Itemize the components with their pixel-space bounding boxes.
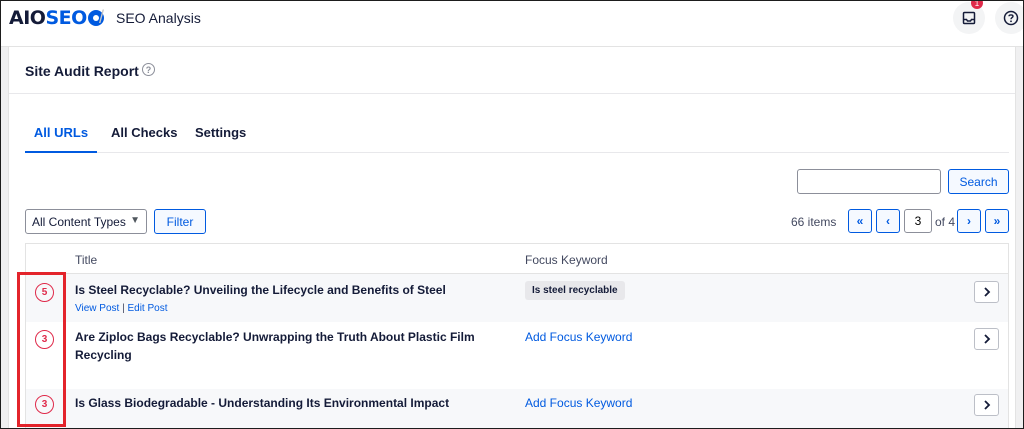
add-focus-keyword-link[interactable]: Add Focus Keyword [525,330,632,344]
table-row: 3 Is Glass Biodegradable - Understanding… [26,389,1008,429]
content-type-value: All Content Types [32,214,126,229]
last-page-button[interactable]: » [985,209,1009,233]
seo-score-badge: 5 [35,283,54,302]
help-button[interactable] [995,2,1024,34]
search-input[interactable] [797,169,941,194]
post-title: Is Glass Biodegradable - Understanding I… [75,396,450,410]
tab-settings[interactable]: Settings [195,125,246,153]
row-action-separator: | [122,303,125,314]
top-bar: AIO SEO / SEO Analysis 1 [1,0,1024,47]
current-page-input[interactable] [904,209,932,233]
chevron-right-icon [983,400,990,410]
tab-all-urls[interactable]: All URLs [25,125,97,153]
site-audit-card: Site Audit Report ? All URLs All Checks … [8,47,1016,429]
add-focus-keyword-link[interactable]: Add Focus Keyword [525,396,632,410]
help-circle-icon[interactable]: ? [142,63,155,76]
edit-post-link[interactable]: Edit Post [127,303,167,314]
chevron-down-icon: ▼ [130,215,140,226]
filter-button[interactable]: Filter [154,209,206,234]
page-of-label: of 4 [935,215,956,229]
page-title: SEO Analysis [116,10,201,26]
seo-score-badge: 3 [35,330,54,349]
focus-keyword-badge: Is steel recyclable [525,281,625,300]
row-actions: View Post | Edit Post [75,303,168,314]
table-row: 3 Are Ziploc Bags Recyclable? Unwrapping… [26,322,1008,389]
column-header-focus-keyword[interactable]: Focus Keyword [525,253,608,267]
breadcrumb-separator: / [99,7,105,27]
content-type-select[interactable]: All Content Types ▼ [25,209,147,234]
table-header: Title Focus Keyword [26,244,1008,274]
table-row: 5 Is Steel Recyclable? Unveiling the Lif… [26,274,1008,322]
report-tabs: All URLs All Checks Settings [25,119,1009,153]
row-expand-button[interactable] [974,281,999,303]
view-post-link[interactable]: View Post [75,303,119,314]
post-title: Are Ziploc Bags Recyclable? Unwrapping t… [75,330,475,362]
chevron-right-icon [983,334,990,344]
column-header-title[interactable]: Title [75,253,97,267]
row-expand-button[interactable] [974,328,999,350]
items-count: 66 items [791,215,837,229]
first-page-button[interactable]: « [848,209,872,233]
logo-text-aio: AIO [9,7,46,29]
seo-score-badge: 3 [35,395,54,414]
logo-text-seo: SEO [45,7,87,29]
row-expand-button[interactable] [974,394,999,416]
post-title: Is Steel Recyclable? Unveiling the Lifec… [75,283,446,297]
card-header: Site Audit Report ? [9,47,1015,94]
chevron-right-icon [983,287,990,297]
previous-page-button[interactable]: ‹ [876,209,900,233]
next-page-button[interactable]: › [957,209,981,233]
card-title: Site Audit Report [25,63,139,79]
tab-all-checks[interactable]: All Checks [111,125,177,153]
search-button[interactable]: Search [948,169,1009,194]
help-icon [1003,10,1019,26]
inbox-icon [962,11,976,25]
urls-table: Title Focus Keyword 5 Is Steel Recyclabl… [25,243,1009,429]
aioseo-logo[interactable]: AIO SEO [9,7,104,29]
